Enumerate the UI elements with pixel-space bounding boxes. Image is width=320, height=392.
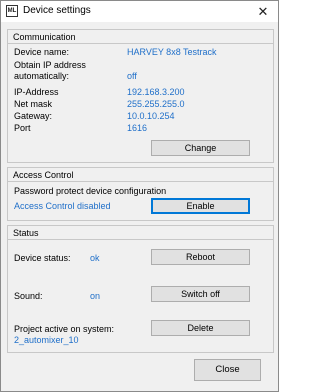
title-bar: ML Device settings ✕ <box>1 1 278 22</box>
password-protect-label: Password protect device configuration <box>14 186 167 196</box>
access-control-group: Access Control Password protect device c… <box>7 167 274 221</box>
change-button[interactable]: Change <box>151 140 250 156</box>
close-icon[interactable]: ✕ <box>248 1 278 22</box>
delete-button[interactable]: Delete <box>151 320 250 336</box>
device-name-value: HARVEY 8x8 Testrack <box>127 47 217 57</box>
obtain-ip-label-line1: Obtain IP address <box>14 60 86 70</box>
status-title: Status <box>13 228 39 238</box>
netmask-label: Net mask <box>14 99 53 109</box>
access-control-title: Access Control <box>13 170 74 180</box>
project-active-label: Project active on system: <box>14 324 115 334</box>
gateway-label: Gateway: <box>14 111 53 121</box>
obtain-ip-label-line2: automatically: <box>14 71 70 81</box>
access-control-state: Access Control disabled <box>14 201 111 211</box>
ip-value: 192.168.3.200 <box>127 87 185 97</box>
device-status-label: Device status: <box>14 253 71 263</box>
netmask-value: 255.255.255.0 <box>127 99 185 109</box>
status-group: Status Device status: ok Reboot Sound: o… <box>7 225 274 353</box>
device-name-label: Device name: <box>14 47 70 57</box>
communication-header: Communication <box>8 30 273 44</box>
reboot-button[interactable]: Reboot <box>151 249 250 265</box>
device-status-value: ok <box>90 253 100 263</box>
ip-label: IP-Address <box>14 87 59 97</box>
gateway-value: 10.0.10.254 <box>127 111 175 121</box>
project-active-value: 2_automixer_10 <box>14 335 79 345</box>
window-title: Device settings <box>23 5 91 16</box>
close-button[interactable]: Close <box>194 359 261 381</box>
status-header: Status <box>8 226 273 240</box>
communication-group: Communication Device name: HARVEY 8x8 Te… <box>7 29 274 163</box>
port-value: 1616 <box>127 123 148 133</box>
obtain-ip-value: off <box>127 71 137 81</box>
access-control-header: Access Control <box>8 168 273 182</box>
app-icon: ML <box>6 5 18 17</box>
port-label: Port <box>14 123 31 133</box>
switch-off-button[interactable]: Switch off <box>151 286 250 302</box>
device-settings-window: ML Device settings ✕ Communication Devic… <box>0 0 279 392</box>
sound-value: on <box>90 291 101 301</box>
communication-title: Communication <box>13 32 76 42</box>
sound-label: Sound: <box>14 291 43 301</box>
enable-button[interactable]: Enable <box>151 198 250 214</box>
